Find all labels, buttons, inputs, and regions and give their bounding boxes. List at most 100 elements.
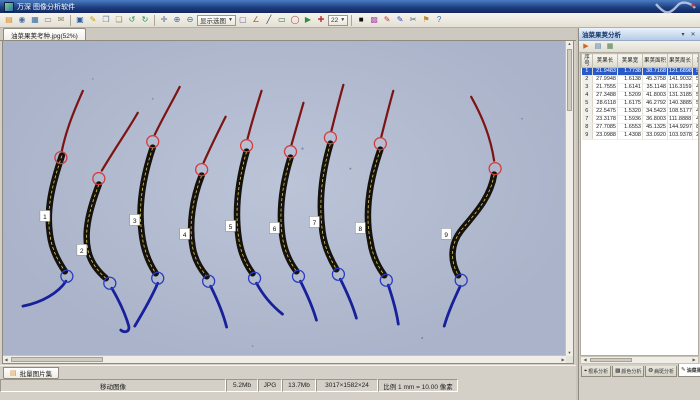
column-header[interactable]: 荚果宽 [618, 54, 643, 68]
open-image-icon[interactable]: ▤ [3, 14, 15, 26]
close-icon[interactable]: ✕ [689, 31, 697, 38]
table-cell: 58.1918 [693, 92, 700, 100]
print-icon[interactable]: ▭ [42, 14, 54, 26]
dust-speck [521, 118, 523, 120]
status-bar: 移动图像 5.2Mb JPG 13.7Mb 3017×1582×24 比例 1 … [0, 379, 578, 392]
table-row[interactable]: 321.75551.614135.1148116.315944.514188.1… [582, 84, 700, 92]
column-header[interactable]: 果荚面积 [643, 54, 668, 68]
image-viewport: 1 2 3 [2, 40, 574, 364]
pin-icon[interactable]: ▾ [679, 31, 687, 38]
column-header[interactable]: 序号 [582, 54, 593, 68]
table-cell: 111.8888 [668, 116, 693, 124]
pod-label: 2 [80, 248, 84, 255]
color-black-swatch[interactable]: ■ [355, 14, 367, 26]
panel-horizontal-scrollbar[interactable]: ◀ ▶ [580, 356, 699, 364]
image-dimensions: 3017×1582×24 [316, 379, 378, 392]
pod-annotation[interactable]: 5 [226, 91, 283, 314]
label-size-combo[interactable]: 22▼ [328, 15, 348, 26]
panel-save-icon[interactable]: ▦ [605, 42, 615, 52]
panel-tab-颜色分析[interactable]: ▩颜色分析 [612, 366, 644, 377]
pod-annotation[interactable]: 1 [23, 91, 83, 306]
panel-analyze-icon[interactable]: ▶ [581, 42, 591, 52]
scroll-up-icon[interactable]: ▲ [566, 41, 573, 47]
table-row[interactable]: 121.94831.773838.7168121.689851.942651.6… [582, 68, 700, 76]
table-cell: 35.1148 [643, 84, 668, 92]
panel-scroll-left-icon[interactable]: ◀ [581, 357, 589, 363]
table-row[interactable]: 723.31781.593636.8003111.888843.843489.9… [582, 116, 700, 124]
camera-icon[interactable]: ◉ [16, 14, 28, 26]
pod-annotation[interactable]: 7 [309, 85, 356, 318]
mail-icon[interactable]: ✉ [55, 14, 67, 26]
panel-tab-根系分析[interactable]: ⌖根系分析 [581, 366, 611, 377]
panel-table-icon[interactable]: ▤ [593, 42, 603, 52]
vertical-scrollbar[interactable]: ▲ ▼ [565, 41, 573, 356]
table-cell: 1.5936 [618, 116, 643, 124]
undo-icon[interactable]: ↺ [126, 14, 138, 26]
palette-icon[interactable]: ▩ [368, 14, 380, 26]
scroll-left-icon[interactable]: ◀ [3, 356, 9, 363]
window-title: 万深 图像分析软件 [17, 2, 75, 12]
vertical-scroll-thumb[interactable] [567, 49, 572, 111]
copy-icon[interactable]: ❐ [100, 14, 112, 26]
horizontal-scroll-thumb[interactable] [11, 357, 103, 362]
zoom-out-icon[interactable]: ⊖ [184, 14, 196, 26]
pan-hand-icon[interactable]: ✛ [158, 14, 170, 26]
table-cell: 108.5177 [668, 108, 693, 116]
tab-icon: ⌖ [584, 368, 587, 375]
save-image-icon[interactable]: ▦ [29, 14, 41, 26]
marker-icon[interactable]: ✚ [315, 14, 327, 26]
help-icon[interactable]: ? [433, 14, 445, 26]
pod-annotation[interactable]: 4 [180, 117, 227, 327]
panel-tab-油菜果荚分析[interactable]: ✎油菜果荚分析 [678, 364, 700, 377]
tab-icon: ✎ [681, 367, 686, 373]
file-size: 5.2Mb [226, 379, 258, 392]
horizontal-scrollbar[interactable]: ◀ ▶ [3, 355, 566, 363]
paste-icon[interactable]: ❏ [113, 14, 125, 26]
table-cell: 23.0988 [593, 132, 618, 140]
crop-icon[interactable]: ▢ [237, 14, 249, 26]
table-row[interactable]: 827.70851.655345.1325144.929781.329576.3… [582, 124, 700, 132]
flag-icon[interactable]: ⚑ [420, 14, 432, 26]
analyze-play-icon[interactable]: ▶ [302, 14, 314, 26]
pod-annotation[interactable]: 9 [441, 97, 501, 326]
table-row[interactable]: 528.61181.617546.2792140.388558.791878.6… [582, 100, 700, 108]
table-cell: 2 [582, 76, 593, 84]
table-row[interactable]: 923.09881.430833.0920103.937827.188789.4… [582, 132, 700, 140]
rect-tool-icon[interactable]: ▭ [276, 14, 288, 26]
circle-tool-icon[interactable]: ◯ [289, 14, 301, 26]
pod-annotation[interactable]: 6 [270, 103, 317, 320]
document-tab-label: 油菜果荚考种.jpg(52%) [11, 30, 78, 40]
table-cell: 1 [582, 68, 593, 76]
scissors-icon[interactable]: ✂ [407, 14, 419, 26]
column-header[interactable]: 荚果长 [593, 54, 618, 68]
display-mode-dropdown[interactable]: 显示选图▼ [197, 15, 236, 26]
pencil-icon[interactable]: ✎ [87, 14, 99, 26]
redo-icon[interactable]: ↻ [139, 14, 151, 26]
panel-scroll-thumb[interactable] [590, 358, 632, 362]
panel-scroll-right-icon[interactable]: ▶ [690, 357, 698, 363]
table-cell: 3 [582, 84, 593, 92]
table-cell: 103.9378 [668, 132, 693, 140]
document-tab[interactable]: 油菜果荚考种.jpg(52%) [3, 28, 86, 40]
panel-tab-病斑分析[interactable]: ❂病斑分析 [645, 366, 677, 377]
pen-blue-icon[interactable]: ✎ [394, 14, 406, 26]
pen-red-icon[interactable]: ✎ [381, 14, 393, 26]
column-header[interactable]: 果荚周长 [668, 54, 693, 68]
pod-annotation[interactable]: 3 [130, 87, 180, 326]
save-result-icon[interactable]: ▣ [74, 14, 86, 26]
pod-annotation[interactable]: 2 [77, 113, 138, 332]
ruler-icon[interactable]: ∠ [250, 14, 262, 26]
column-header[interactable]: 果喙长 [693, 54, 700, 68]
pod-annotation[interactable]: 8 [355, 91, 398, 324]
table-row[interactable]: 622.54751.532034.5423108.517741.561797.7… [582, 108, 700, 116]
table-row[interactable]: 227.99481.613845.3758141.903257.237548.5… [582, 76, 700, 84]
table-row[interactable]: 427.34881.520941.8003131.318558.191872.6… [582, 92, 700, 100]
dust-speck [301, 148, 303, 150]
zoom-in-icon[interactable]: ⊕ [171, 14, 183, 26]
results-table-container: 序号荚果长荚果宽果荚面积果荚周长果喙长弯曲度果柄长121.94831.77383… [580, 52, 699, 356]
table-cell: 6 [582, 108, 593, 116]
image-collection-tab[interactable]: ▤ 批量图片集 [3, 367, 59, 379]
dust-speck [421, 337, 423, 339]
specimen-image-canvas[interactable]: 1 2 3 [3, 41, 566, 356]
line-tool-icon[interactable]: ╱ [263, 14, 275, 26]
